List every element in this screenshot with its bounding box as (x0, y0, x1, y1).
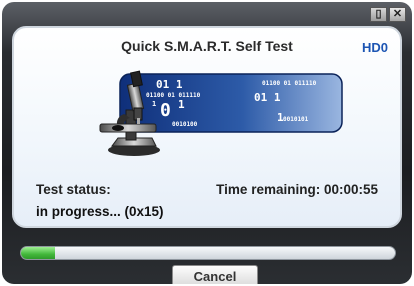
test-status-value: in progress... (0x15) (36, 204, 164, 219)
binary-text: 0010101 (283, 116, 309, 123)
binary-text: 01 1 (254, 91, 281, 104)
binary-text: 1 (178, 98, 185, 111)
close-button[interactable]: ✕ (389, 7, 406, 22)
binary-text: 0 (160, 100, 171, 121)
binary-text: 1 (152, 100, 156, 108)
time-remaining: Time remaining: 00:00:55 (216, 182, 378, 197)
restore-button[interactable]: ▯ (370, 7, 387, 22)
binary-text: 01 1 (156, 78, 183, 91)
binary-text: 01100 01 011110 (262, 80, 317, 87)
content-panel: Quick S.M.A.R.T. Self Test HD0 01 1 0110… (12, 26, 402, 228)
progress-bar (20, 246, 396, 260)
smart-test-window: ▯ ✕ Quick S.M.A.R.T. Self Test HD0 01 1 … (2, 2, 412, 284)
test-status-label: Test status: (36, 182, 111, 197)
restore-icon: ▯ (375, 8, 382, 20)
smart-test-illustration: 01 1 01100 01 011110 0 1 1 0010100 01100… (99, 70, 343, 156)
cancel-button[interactable]: Cancel (172, 265, 258, 284)
binary-text: 0010100 (172, 121, 198, 128)
close-icon: ✕ (392, 8, 403, 20)
dialog-title: Quick S.M.A.R.T. Self Test (121, 38, 293, 54)
progress-fill (21, 247, 55, 259)
drive-label: HD0 (361, 40, 388, 55)
binary-text: 01100 01 011110 (146, 92, 201, 99)
window-controls: ▯ ✕ (370, 7, 406, 22)
